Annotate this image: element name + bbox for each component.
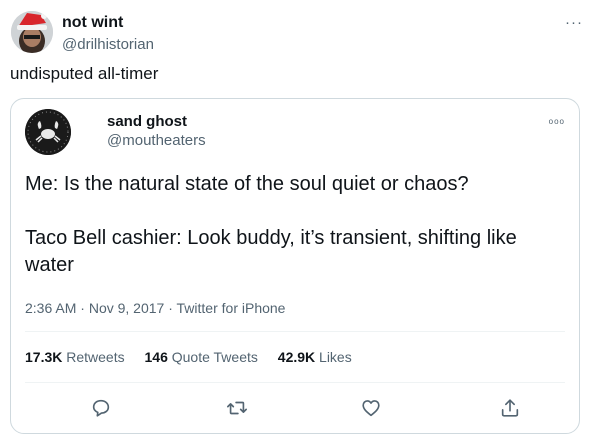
likes-stat[interactable]: 42.9K Likes [278,349,352,365]
reply-icon [92,399,110,417]
like-button[interactable] [360,397,382,419]
heart-icon [362,400,380,417]
outer-tweet-header: not wint @drilhistorian ··· [10,8,590,58]
tweet-stats: 17.3K Retweets 146 Quote Tweets 42.9K Li… [25,349,368,365]
share-icon [501,399,519,417]
avatar[interactable] [25,109,71,155]
quoted-author-name[interactable]: sand ghost [107,113,187,130]
likes-count: 42.9K [277,349,316,365]
avatar[interactable] [11,11,53,53]
outer-author-name[interactable]: not wint [62,14,123,32]
quotes-stat[interactable]: 146 Quote Tweets [145,349,258,365]
divider [25,331,565,332]
crab-logo-icon [25,109,71,155]
outer-tweet-text: undisputed all-timer [10,64,159,83]
separator: · [76,300,89,316]
quoted-author-handle[interactable]: @moutheaters [107,132,206,149]
retweet-icon [227,401,247,415]
retweet-button[interactable] [226,397,248,419]
quotes-count: 146 [144,349,168,365]
tweet-actions [25,393,565,423]
tweet-metadata: 2:36 AM · Nov 9, 2017 · Twitter for iPho… [25,300,285,316]
retweets-stat[interactable]: 17.3K Retweets [25,349,125,365]
separator: · [164,300,177,316]
quotes-label: Quote Tweets [171,349,258,365]
tweet-source[interactable]: Twitter for iPhone [177,300,286,316]
quoted-tweet-card[interactable]: sand ghost @moutheaters ooo Me: Is the n… [10,98,580,434]
more-options-icon[interactable]: ··· [565,14,583,31]
divider [25,382,565,383]
outer-author-handle[interactable]: @drilhistorian [62,36,154,53]
tweet-time[interactable]: 2:36 AM [25,300,76,316]
reply-button[interactable] [90,397,112,419]
quoted-tweet-text: Me: Is the natural state of the soul qui… [25,173,517,276]
share-button[interactable] [499,397,521,419]
likes-label: Likes [319,349,352,365]
tweet-date[interactable]: Nov 9, 2017 [89,300,165,316]
retweets-label: Retweets [66,349,125,365]
more-options-icon[interactable]: ooo [549,117,565,126]
retweets-count: 17.3K [25,349,63,365]
avatar-image [11,11,53,53]
